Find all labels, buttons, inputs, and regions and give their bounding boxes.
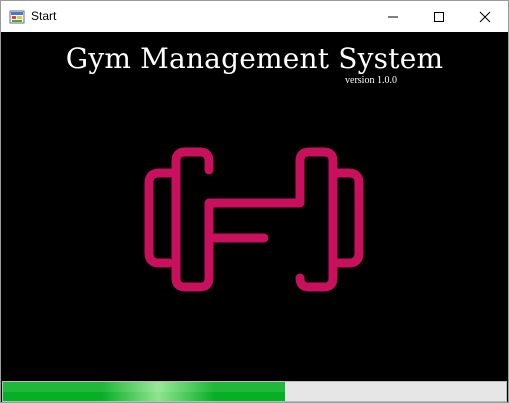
version-label: version 1.0.0 — [345, 75, 397, 86]
splash-panel: Gym Management System version 1.0.0 — [1, 32, 508, 402]
loading-progress-bar — [2, 381, 507, 402]
close-icon — [479, 11, 491, 22]
minimize-button[interactable] — [370, 1, 416, 32]
progress-fill — [3, 382, 285, 401]
app-heading: Gym Management System — [65, 42, 444, 75]
maximize-button[interactable] — [416, 1, 462, 32]
app-icon[interactable] — [9, 9, 25, 25]
app-window: Start Gym Management System version 1.0.… — [0, 0, 509, 403]
minimize-icon — [388, 16, 398, 17]
maximize-icon — [434, 11, 444, 22]
window-title: Start — [31, 9, 57, 23]
title-bar[interactable]: Start — [1, 1, 508, 32]
dumbbell-icon — [144, 147, 364, 292]
close-button[interactable] — [462, 1, 508, 32]
